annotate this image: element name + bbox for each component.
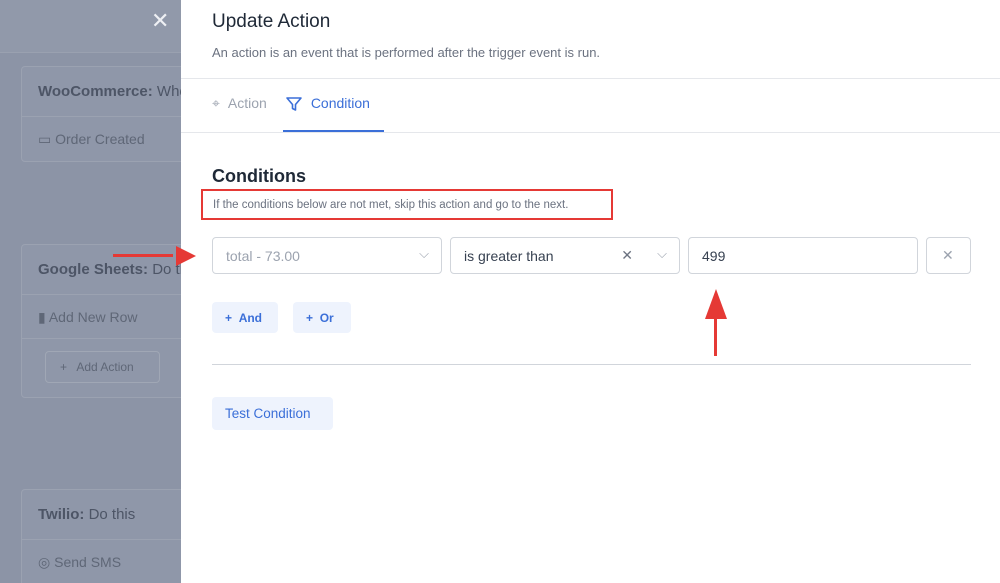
close-icon: ✕ bbox=[942, 247, 954, 263]
update-action-panel: Update Action An action is an event that… bbox=[181, 0, 1000, 583]
tab-condition[interactable]: Condition bbox=[282, 95, 384, 132]
tab-label: Action bbox=[227, 95, 267, 111]
conditions-note: If the conditions below are not met, ski… bbox=[201, 189, 613, 220]
card-desc: Do this bbox=[88, 506, 136, 523]
panel-subtitle: An action is an event that is performed … bbox=[212, 45, 601, 60]
workflow-background: WooCommerce: When this happens ▭ Order C… bbox=[0, 0, 181, 583]
annotation-arrowhead bbox=[705, 289, 727, 319]
add-or-button[interactable]: + Or bbox=[293, 302, 351, 333]
operator-select[interactable]: is greater than ✕ ⌵ bbox=[450, 237, 680, 274]
card-row: Add New Row bbox=[48, 309, 138, 325]
conditions-title: Conditions bbox=[212, 166, 306, 186]
action-card: Twilio: Do this ◎ Send SMS bbox=[21, 489, 181, 583]
chevron-down-icon: ⌵ bbox=[657, 246, 667, 261]
divider bbox=[181, 78, 1000, 79]
tab-label: Condition bbox=[310, 95, 370, 111]
panel-title: Update Action bbox=[212, 11, 331, 32]
add-action-button[interactable]: + Add Action bbox=[45, 351, 160, 383]
annotation-arrow bbox=[113, 254, 173, 257]
add-and-button[interactable]: + And bbox=[212, 302, 278, 333]
or-label: Or bbox=[319, 311, 334, 325]
card-row: Send SMS bbox=[54, 554, 122, 570]
test-condition-button[interactable]: Test Condition bbox=[212, 397, 333, 430]
add-action-label: Add Action bbox=[76, 360, 134, 374]
clear-icon[interactable]: ✕ bbox=[621, 247, 633, 264]
card-app: Google Sheets: bbox=[38, 261, 149, 278]
card-row: Order Created bbox=[55, 131, 145, 147]
filter-icon bbox=[286, 97, 302, 111]
remove-condition-button[interactable]: ✕ bbox=[926, 237, 971, 274]
value-input[interactable]: 499 bbox=[688, 237, 918, 274]
tab-action[interactable]: ⌖ Action bbox=[212, 95, 267, 132]
close-icon[interactable]: ✕ bbox=[151, 8, 169, 34]
field-value: total - 73.00 bbox=[226, 248, 300, 264]
and-label: And bbox=[238, 311, 263, 325]
card-app: WooCommerce: bbox=[38, 83, 153, 100]
annotation-arrowhead bbox=[176, 246, 196, 266]
card-app: Twilio: bbox=[38, 506, 85, 523]
operator-value: is greater than bbox=[464, 248, 554, 264]
pointer-click-icon: ⌖ bbox=[212, 95, 220, 111]
chevron-down-icon: ⌵ bbox=[419, 246, 429, 261]
divider bbox=[212, 364, 971, 365]
action-card: Google Sheets: Do this ▮ Add New Row + A… bbox=[21, 244, 181, 398]
annotation-arrow bbox=[714, 314, 717, 356]
field-select[interactable]: total - 73.00 ⌵ bbox=[212, 237, 442, 274]
card-desc: When this happens bbox=[156, 83, 181, 100]
trigger-card: WooCommerce: When this happens ▭ Order C… bbox=[21, 66, 181, 162]
value-text: 499 bbox=[702, 248, 726, 264]
divider bbox=[181, 132, 1000, 133]
